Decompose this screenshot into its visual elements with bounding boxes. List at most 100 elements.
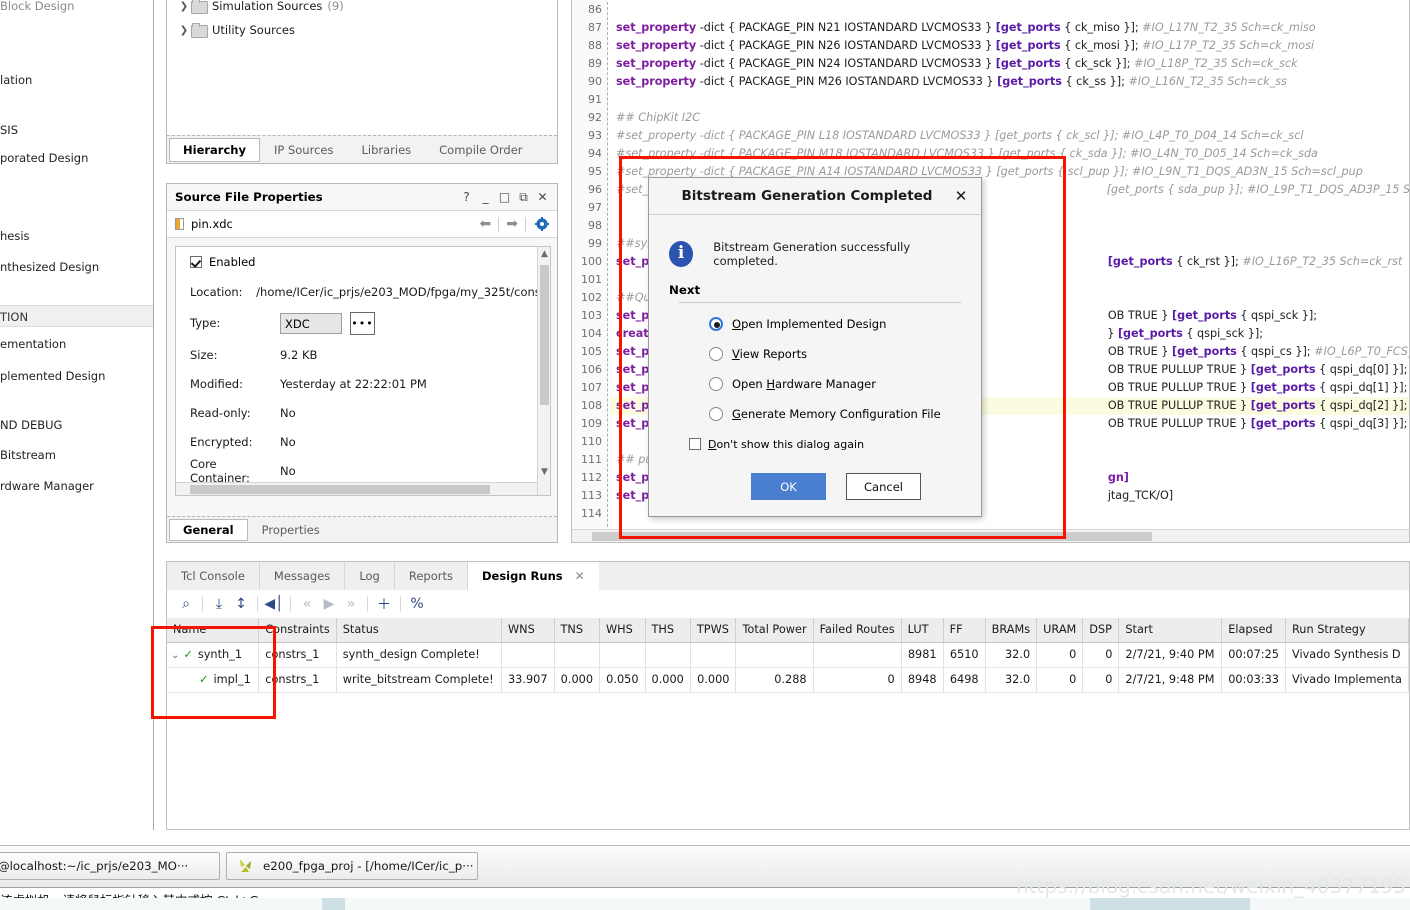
tab-ip-sources[interactable]: IP Sources — [260, 136, 347, 163]
flow-item-simulation[interactable]: lation — [0, 70, 153, 90]
flow-item-block-design[interactable]: Block Design — [0, 0, 153, 16]
sources-tree[interactable]: ❯ Simulation Sources (9) ❯ Utility Sourc… — [167, 0, 557, 127]
float-icon[interactable]: ⧉ — [515, 189, 532, 205]
column-header[interactable]: WNS — [501, 618, 555, 643]
flow-item-run-synthesis[interactable]: hesis — [0, 226, 153, 246]
scrollbar-thumb[interactable] — [592, 532, 1152, 541]
column-header[interactable]: Constraints — [258, 618, 337, 643]
radio-open-implemented-design[interactable]: Open Implemented Design — [669, 309, 961, 339]
tab-libraries[interactable]: Libraries — [347, 136, 425, 163]
forward-arrow-icon[interactable]: ➡ — [499, 216, 525, 232]
column-header[interactable]: URAM — [1036, 618, 1084, 643]
flow-item-open-synthesized-design[interactable]: nthesized Design — [0, 257, 153, 277]
column-header[interactable]: THS — [645, 618, 691, 643]
percent-icon[interactable]: % — [406, 593, 428, 615]
radio-open-hardware-manager[interactable]: Open Hardware Manager — [669, 369, 961, 399]
maximize-icon[interactable]: □ — [496, 189, 513, 205]
flow-item-open-elaborated-design[interactable]: porated Design — [0, 148, 153, 168]
add-icon[interactable]: ＋ — [373, 593, 395, 615]
cancel-button[interactable]: Cancel — [846, 473, 921, 500]
back-arrow-icon[interactable]: ⬅ — [473, 216, 499, 232]
radio-view-reports[interactable]: View Reports — [669, 339, 961, 369]
column-header[interactable]: Run Strategy — [1285, 618, 1409, 643]
tab-reports[interactable]: Reports — [395, 562, 468, 590]
enabled-row[interactable]: Enabled — [176, 247, 550, 277]
code-line[interactable]: set_property -dict { PACKAGE_PIN M26 IOS… — [616, 73, 1287, 91]
bitstream-generation-completed-dialog[interactable]: Bitstream Generation Completed ✕ i Bitst… — [648, 177, 982, 517]
enabled-checkbox[interactable] — [190, 256, 202, 268]
tab-tcl-console[interactable]: Tcl Console — [167, 562, 260, 590]
radio-button[interactable] — [709, 407, 723, 421]
design-runs-table[interactable]: Name Constraints Status WNS TNS WHS THS TPWS Tot… — [167, 618, 1409, 693]
flow-item-generate-bitstream[interactable]: Bitstream — [0, 445, 153, 465]
search-icon[interactable]: ⌕ — [175, 593, 197, 615]
column-header[interactable]: DSP — [1082, 618, 1120, 643]
collapse-all-icon[interactable]: ⤓ — [208, 593, 230, 615]
code-line[interactable]: #set_property -dict { PACKAGE_PIN L18 IO… — [616, 127, 1303, 145]
properties-vertical-scrollbar[interactable]: ▲ ▼ — [537, 247, 550, 495]
radio-button[interactable] — [709, 377, 723, 391]
column-header[interactable]: TNS — [554, 618, 601, 643]
tab-general[interactable]: General — [169, 519, 248, 541]
chevron-right-icon[interactable]: ❯ — [177, 1, 191, 12]
radio-generate-memory-configuration-file[interactable]: Generate Memory Configuration File — [669, 399, 961, 429]
close-icon[interactable]: ✕ — [534, 189, 551, 205]
radio-button[interactable] — [709, 317, 723, 331]
tab-compile-order[interactable]: Compile Order — [425, 136, 536, 163]
tree-item-utility-sources[interactable]: ❯ Utility Sources — [167, 20, 557, 40]
column-header[interactable]: Failed Routes — [813, 618, 902, 643]
chevron-down-icon[interactable]: ⌄ — [171, 650, 179, 661]
close-icon[interactable]: ✕ — [953, 187, 969, 205]
radio-button[interactable] — [709, 347, 723, 361]
editor-horizontal-scrollbar[interactable] — [572, 529, 1409, 542]
close-icon[interactable]: ✕ — [575, 569, 585, 583]
next-icon[interactable]: » — [340, 593, 362, 615]
flow-item-run-implementation[interactable]: ementation — [0, 334, 153, 354]
table-row[interactable]: ✓ impl_1 constrs_1 write_bitstream Complete… — [167, 667, 1409, 693]
type-value-field[interactable]: XDC — [280, 312, 342, 334]
column-header[interactable]: WHS — [599, 618, 646, 643]
chevron-right-icon[interactable]: ❯ — [177, 25, 191, 36]
code-line[interactable]: set_property -dict { PACKAGE_PIN N26 IOS… — [616, 37, 1314, 55]
help-icon[interactable]: ? — [458, 189, 475, 205]
previous-icon[interactable]: « — [296, 593, 318, 615]
tab-properties[interactable]: Properties — [248, 517, 334, 542]
scrollbar-thumb[interactable] — [190, 485, 490, 494]
column-header[interactable]: Name — [167, 618, 260, 643]
column-header[interactable]: Total Power — [735, 618, 814, 643]
code-line[interactable]: ## ChipKit I2C — [616, 109, 700, 127]
column-header[interactable]: BRAMs — [985, 618, 1038, 643]
column-header[interactable]: Elapsed — [1221, 618, 1286, 643]
column-header[interactable]: TPWS — [690, 618, 737, 643]
column-header[interactable]: Status — [336, 618, 502, 643]
play-icon[interactable]: ▶ — [318, 593, 340, 615]
run-name-cell[interactable]: ⌄ ✓ synth_1 — [167, 642, 260, 668]
dont-show-again-checkbox[interactable] — [689, 438, 701, 450]
column-header[interactable]: Start — [1118, 618, 1223, 643]
taskbar-button-terminal[interactable]: r@localhost:~/ic_prjs/e203_MO··· — [0, 852, 220, 880]
dont-show-again-row[interactable]: Don't show this dialog again — [669, 429, 961, 459]
code-line[interactable]: set_property -dict { PACKAGE_PIN N24 IOS… — [616, 55, 1298, 73]
scroll-down-icon[interactable]: ▼ — [540, 467, 549, 479]
minimize-icon[interactable]: _ — [477, 189, 494, 205]
type-browse-button[interactable]: ••• — [350, 311, 375, 335]
flow-item-open-implemented-design[interactable]: plemented Design — [0, 366, 153, 386]
scrollbar-thumb[interactable] — [540, 265, 549, 405]
code-line[interactable]: set_property -dict { PACKAGE_PIN N21 IOS… — [616, 19, 1316, 37]
run-name-cell[interactable]: ✓ impl_1 — [167, 667, 260, 693]
tab-hierarchy[interactable]: Hierarchy — [169, 138, 260, 162]
column-header[interactable]: LUT — [901, 618, 944, 643]
gear-icon[interactable] — [535, 217, 549, 231]
flow-item-open-hardware-manager[interactable]: rdware Manager — [0, 476, 153, 496]
tab-messages[interactable]: Messages — [260, 562, 346, 590]
tab-log[interactable]: Log — [345, 562, 395, 590]
first-icon[interactable]: ◀│ — [263, 593, 285, 615]
expand-all-icon[interactable]: ↕ — [230, 593, 252, 615]
taskbar-button-vivado[interactable]: e200_fpga_proj - [/home/ICer/ic_p··· — [226, 852, 478, 880]
column-header[interactable]: FF — [943, 618, 986, 643]
code-line[interactable]: #set_property -dict { PACKAGE_PIN M18 IO… — [616, 145, 1318, 163]
properties-horizontal-scrollbar[interactable] — [176, 482, 537, 495]
ok-button[interactable]: OK — [751, 473, 826, 500]
tree-item-simulation-sources[interactable]: ❯ Simulation Sources (9) — [167, 0, 557, 16]
tab-design-runs[interactable]: Design Runs ✕ — [467, 562, 599, 590]
